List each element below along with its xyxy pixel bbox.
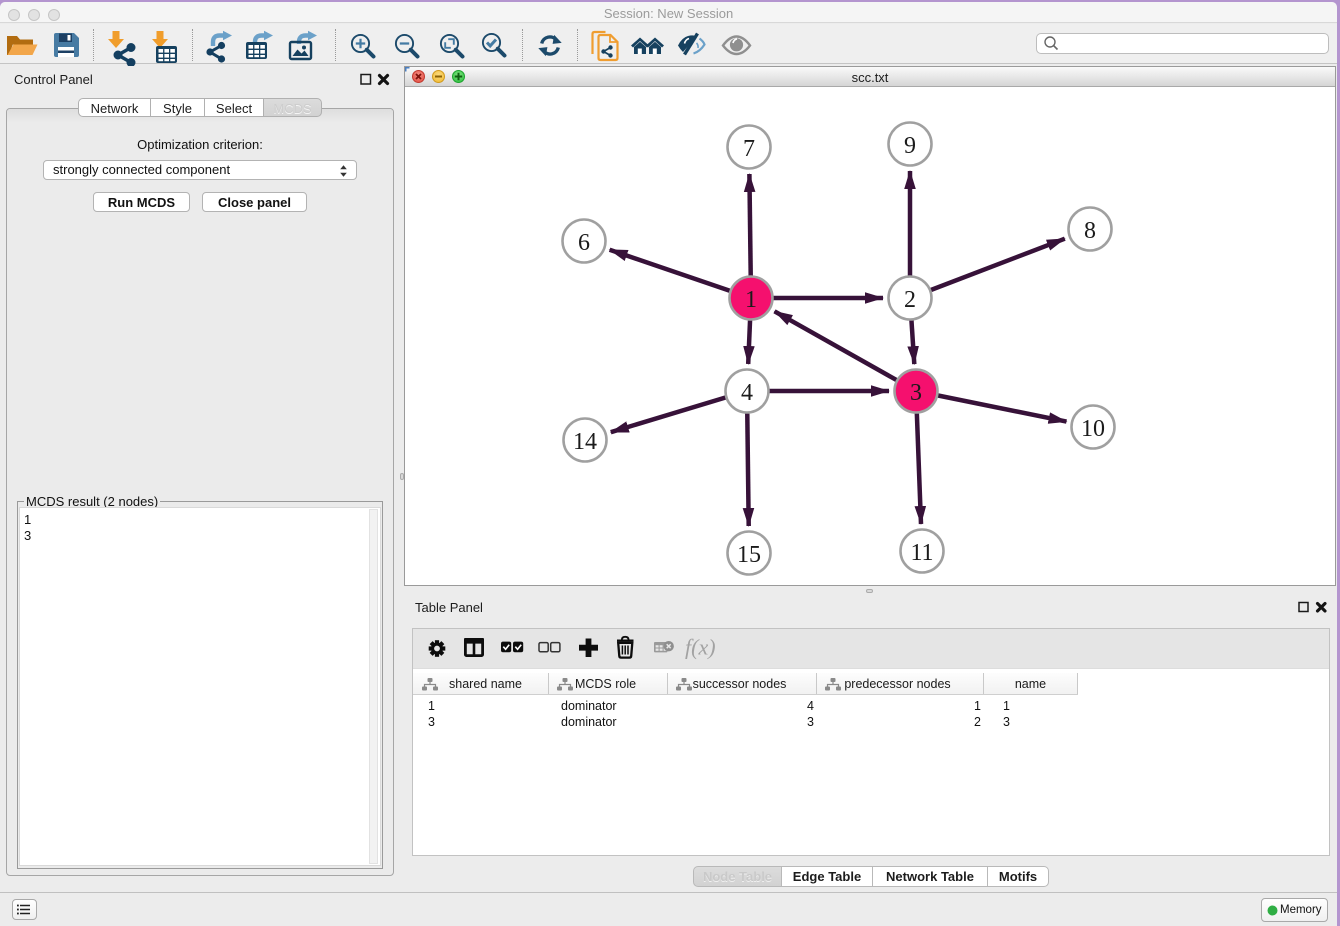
svg-text:9: 9	[904, 133, 916, 159]
svg-text:2: 2	[904, 287, 916, 313]
svg-text:4: 4	[741, 380, 753, 406]
svg-text:15: 15	[737, 542, 761, 568]
svg-text:f(x): f(x)	[685, 635, 716, 660]
svg-text:8: 8	[1084, 218, 1096, 244]
svg-text:3: 3	[910, 380, 922, 406]
svg-text:7: 7	[743, 136, 755, 162]
svg-text:14: 14	[573, 429, 597, 455]
svg-text:1: 1	[745, 287, 757, 313]
svg-text:6: 6	[578, 230, 590, 256]
svg-text:11: 11	[910, 540, 933, 566]
svg-text:10: 10	[1081, 416, 1105, 442]
